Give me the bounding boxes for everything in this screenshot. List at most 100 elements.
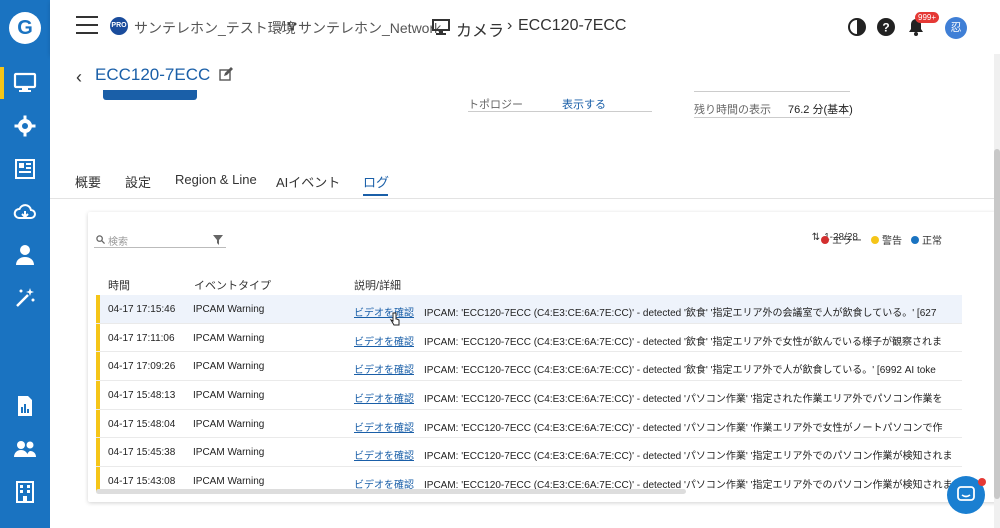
breadcrumb-separator: / [280,18,284,34]
page-scrollbar-thumb[interactable] [994,149,1000,499]
log-table: 04-17 17:15:46 IPCAM Warning ビデオを確認 IPCA… [96,295,962,492]
active-tab-indicator [363,194,388,196]
breadcrumb-arrow: › [507,17,513,34]
log-panel: 検索 ⇅ 1-28/28 エラー 警告 正常 時間 イベントタイプ 説明/詳細 0… [88,212,1000,502]
network-icon [287,22,297,31]
sidebar-item-user[interactable] [0,235,50,275]
row-time: 04-17 17:15:46 [108,304,176,315]
row-detail: IPCAM: 'ECC120-7ECC (C4:E3:CE:6A:7E:CC)'… [424,422,943,434]
view-video-link[interactable]: ビデオを確認 [354,361,414,376]
theme-toggle-icon[interactable] [847,17,867,37]
topology-label: トポロジー [468,99,523,111]
row-time: 04-17 17:11:06 [108,332,175,344]
top-bar: PRO サンテレホン_テスト環境 / サンテレホン_Network カメラ › … [50,0,1000,54]
tab-ai-events[interactable]: AIイベント [276,172,340,191]
table-row[interactable]: 04-17 15:48:13 IPCAM Warning ビデオを確認 IPCA… [96,381,962,410]
sidebar-item-users[interactable] [0,429,50,469]
table-row[interactable]: 04-17 15:48:04 IPCAM Warning ビデオを確認 IPCA… [96,409,962,439]
magic-wand-icon [16,288,35,307]
view-video-link[interactable]: ビデオを確認 [354,390,414,405]
row-type: IPCAM Warning [193,447,265,459]
table-row[interactable]: 04-17 15:45:38 IPCAM Warning ビデオを確認 IPCA… [96,438,962,468]
page-scrollbar[interactable] [994,54,1000,528]
sidebar-item-cloud[interactable] [0,192,50,232]
row-detail: IPCAM: 'ECC120-7ECC (C4:E3:CE:6A:7E:CC)'… [424,365,936,377]
chat-unread-dot [978,478,986,486]
user-icon [16,245,34,265]
main-content: ‹ ECC120-7ECC トポロジー 表示する 残り時間の表示 76.2 分(… [50,54,1000,528]
table-row[interactable]: 04-17 17:09:26 IPCAM Warning ビデオを確認 IPCA… [96,352,962,382]
breadcrumb-network[interactable]: サンテレホン_Network [298,18,441,38]
monitor-icon [13,72,37,92]
row-detail: IPCAM: 'ECC120-7ECC (C4:E3:CE:6A:7E:CC)'… [424,394,943,406]
sort-icon[interactable]: ⇅ [812,232,820,243]
edit-icon[interactable] [219,67,233,81]
users-icon [14,441,36,457]
legend-error: エラー [821,232,862,247]
remaining-label: 残り時間の表示 [694,104,771,116]
row-time: 04-17 15:45:38 [108,447,176,459]
page-title: ECC120-7ECC [95,65,211,84]
hamburger-menu-icon[interactable] [76,16,98,34]
view-video-link[interactable]: ビデオを確認 [354,333,414,348]
row-type: IPCAM Warning [193,476,265,488]
column-header-detail[interactable]: 説明/詳細 [354,277,401,293]
remaining-value: 76.2 分(基本) [788,104,853,116]
sidebar: G [0,0,50,528]
sidebar-item-magic[interactable] [0,278,50,318]
cloud-icon [13,204,36,219]
row-time: 04-17 15:48:13 [108,390,176,402]
tab-settings[interactable]: 設定 [125,172,151,191]
row-detail: IPCAM: 'ECC120-7ECC (C4:E3:CE:6A:7E:CC)'… [424,336,943,348]
search-icon [96,235,105,244]
view-video-link[interactable]: ビデオを確認 [354,447,414,462]
gear-icon [14,115,36,137]
row-time: 04-17 15:43:08 [108,476,176,488]
svg-text:?: ? [882,21,889,35]
breadcrumb-device: ECC120-7ECC [518,17,627,34]
mouse-cursor-icon [389,312,400,326]
search-placeholder: 検索 [108,237,128,248]
row-type: IPCAM Warning [193,361,265,373]
news-icon [15,159,35,179]
row-time: 04-17 15:48:04 [108,418,176,430]
row-type: IPCAM Warning [193,390,265,402]
row-detail: IPCAM: 'ECC120-7ECC (C4:E3:CE:6A:7E:CC)'… [424,308,937,319]
app-logo[interactable]: G [9,12,41,44]
row-time: 04-17 17:09:26 [108,361,176,373]
view-video-link[interactable]: ビデオを確認 [354,304,414,319]
filter-icon[interactable] [213,235,223,245]
horizontal-scrollbar[interactable] [96,489,686,494]
tab-overview[interactable]: 概要 [75,172,101,191]
legend-warning: 警告 [871,232,902,247]
sidebar-item-report[interactable] [0,386,50,426]
view-video-link[interactable]: ビデオを確認 [354,419,414,434]
report-icon [18,396,32,416]
camera-monitor-icon [432,19,450,35]
sidebar-item-news[interactable] [0,149,50,189]
sidebar-item-monitor[interactable] [0,63,50,103]
column-header-type[interactable]: イベントタイプ [194,277,271,293]
pro-badge: PRO [110,17,128,35]
tab-region-line[interactable]: Region & Line [175,172,257,187]
row-detail: IPCAM: 'ECC120-7ECC (C4:E3:CE:6A:7E:CC)'… [424,451,953,463]
notification-count-badge: 999+ [915,12,940,23]
row-type: IPCAM Warning [193,332,265,344]
sidebar-item-settings[interactable] [0,106,50,146]
column-header-time[interactable]: 時間 [108,277,130,293]
table-row[interactable]: 04-17 17:15:46 IPCAM Warning ビデオを確認 IPCA… [96,295,962,324]
tab-log[interactable]: ログ [363,172,389,191]
table-row[interactable]: 04-17 17:11:06 IPCAM Warning ビデオを確認 IPCA… [96,323,962,353]
legend-normal: 正常 [911,232,942,247]
action-button[interactable] [103,90,197,100]
sidebar-item-building[interactable] [0,472,50,512]
back-arrow-icon[interactable]: ‹ [76,67,82,88]
row-type: IPCAM Warning [193,304,265,315]
help-icon[interactable]: ? [876,17,896,37]
search-input[interactable]: 検索 [94,233,226,248]
breadcrumb-section[interactable]: カメラ [456,17,504,41]
breadcrumb-org[interactable]: サンテレホン_テスト環境 [134,18,296,38]
topology-link[interactable]: 表示する [562,96,606,112]
avatar[interactable]: 忍 [945,17,967,39]
chat-icon [957,486,975,501]
